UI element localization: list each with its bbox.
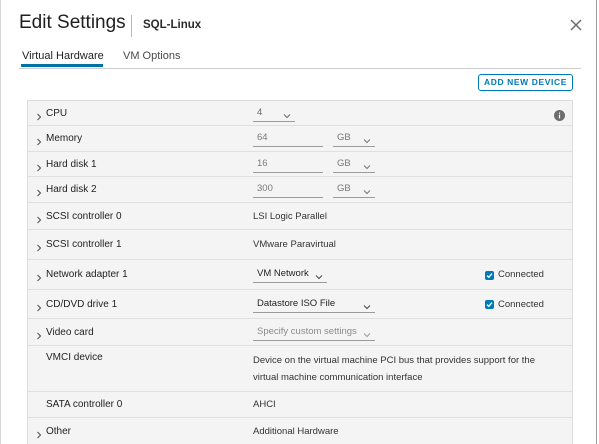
row-label-scsi-controller-0: SCSI controller 0 — [46, 211, 122, 222]
chevron-right-icon[interactable] — [34, 240, 44, 252]
row-value-sata-controller-0: AHCI — [253, 399, 276, 410]
cpu-count-select[interactable]: 4 — [253, 106, 295, 122]
close-icon[interactable] — [567, 16, 585, 34]
network-select-value: VM Network — [257, 268, 309, 279]
hard-disk-2-unit-select[interactable]: GB — [333, 182, 375, 198]
hard-disk-2-size-input[interactable]: 300 — [253, 182, 323, 198]
memory-unit-select[interactable]: GB — [333, 131, 375, 147]
title-divider — [131, 15, 132, 37]
row-value-scsi-controller-0: LSI Logic Parallel — [253, 211, 327, 222]
edit-settings-dialog: Edit Settings SQL-Linux Virtual Hardware… — [0, 0, 597, 444]
hardware-row-sata-controller-0: SATA controller 0 AHCI — [28, 392, 572, 418]
hardware-row-memory: Memory 64 GB — [28, 126, 572, 152]
cd-dvd-media-select[interactable]: Datastore ISO File — [253, 297, 375, 313]
row-value-other: Additional Hardware — [253, 426, 339, 437]
row-label-scsi-controller-1: SCSI controller 1 — [46, 239, 122, 250]
hard-disk-1-unit-select-value: GB — [337, 158, 351, 169]
virtual-hardware-table: CPU 4 Memory 64 GB Hard disk 1 16 GB Hard disk 2… — [27, 100, 573, 444]
chevron-right-icon[interactable] — [34, 185, 44, 197]
chevron-right-icon[interactable] — [34, 300, 44, 312]
chevron-right-icon[interactable] — [34, 212, 44, 224]
chevron-down-icon — [283, 110, 291, 119]
row-value-scsi-controller-1: VMware Paravirtual — [253, 239, 336, 250]
info-icon[interactable] — [554, 108, 565, 121]
memory-unit-select-value: GB — [337, 132, 351, 143]
vmci-device-description: Device on the virtual machine PCI bus th… — [253, 355, 535, 383]
hardware-row-other: Other Additional Hardware — [28, 418, 572, 444]
chevron-down-icon — [363, 161, 371, 170]
hardware-row-vmci-device: VMCI device Device on the virtual machine… — [28, 346, 572, 392]
row-label-cpu: CPU — [46, 108, 68, 119]
chevron-right-icon[interactable] — [34, 134, 44, 146]
vm-name: SQL-Linux — [143, 19, 202, 31]
row-label-cd-dvd-drive-1: CD/DVD drive 1 — [46, 299, 118, 310]
connected-checkbox[interactable] — [485, 271, 494, 280]
hardware-row-cd-dvd-drive-1: CD/DVD drive 1 Datastore ISO File Connecte… — [28, 290, 572, 319]
connected-checkbox[interactable] — [485, 300, 494, 309]
dialog-title: Edit Settings — [19, 12, 126, 33]
add-new-device-button[interactable]: ADD NEW DEVICE — [478, 74, 573, 91]
row-label-hard-disk-2: Hard disk 2 — [46, 184, 97, 195]
hardware-row-video-card: Video card Specify custom settings — [28, 319, 572, 346]
cpu-count-select-value: 4 — [257, 107, 263, 118]
hardware-row-cpu: CPU 4 — [28, 101, 572, 126]
chevron-down-icon — [363, 186, 371, 195]
chevron-right-icon[interactable] — [34, 427, 44, 439]
hard-disk-1-unit-select[interactable]: GB — [333, 157, 375, 173]
row-label-memory: Memory — [46, 133, 83, 144]
row-label-video-card: Video card — [46, 327, 94, 338]
row-label-hard-disk-1: Hard disk 1 — [46, 159, 97, 170]
chevron-right-icon[interactable] — [34, 160, 44, 172]
chevron-right-icon[interactable] — [34, 270, 44, 282]
connected-label: Connected — [498, 269, 544, 280]
row-label-network-adapter-1: Network adapter 1 — [46, 269, 128, 280]
chevron-down-icon — [315, 271, 323, 280]
chevron-down-icon — [363, 135, 371, 144]
hardware-row-scsi-controller-1: SCSI controller 1 VMware Paravirtual — [28, 230, 572, 260]
tab-bar: Virtual Hardware VM Options — [19, 44, 581, 69]
row-label-other: Other — [46, 426, 72, 437]
hardware-row-network-adapter-1: Network adapter 1 VM Network Connected — [28, 260, 572, 290]
chevron-right-icon[interactable] — [34, 109, 44, 121]
tab-virtual-hardware[interactable]: Virtual Hardware — [22, 50, 104, 62]
chevron-down-icon — [363, 329, 371, 338]
hard-disk-2-unit-select-value: GB — [337, 183, 351, 194]
video-card-settings-select[interactable]: Specify custom settings — [253, 325, 375, 341]
hardware-row-hard-disk-1: Hard disk 1 16 GB — [28, 152, 572, 177]
hardware-row-scsi-controller-0: SCSI controller 0 LSI Logic Parallel — [28, 203, 572, 230]
memory-size-input[interactable]: 64 — [253, 131, 323, 147]
chevron-down-icon — [363, 301, 371, 310]
network-select[interactable]: VM Network — [253, 267, 327, 283]
row-label-sata-controller-0: SATA controller 0 — [46, 399, 123, 410]
hard-disk-1-size-input[interactable]: 16 — [253, 157, 323, 173]
chevron-right-icon[interactable] — [34, 328, 44, 340]
tab-vm-options[interactable]: VM Options — [123, 50, 180, 62]
hardware-row-hard-disk-2: Hard disk 2 300 GB — [28, 177, 572, 203]
active-tab-indicator — [21, 64, 103, 67]
row-label-vmci-device: VMCI device — [46, 352, 103, 363]
video-card-settings-select-value: Specify custom settings — [257, 326, 357, 337]
cd-dvd-media-select-value: Datastore ISO File — [257, 298, 336, 309]
connected-label: Connected — [498, 299, 544, 310]
